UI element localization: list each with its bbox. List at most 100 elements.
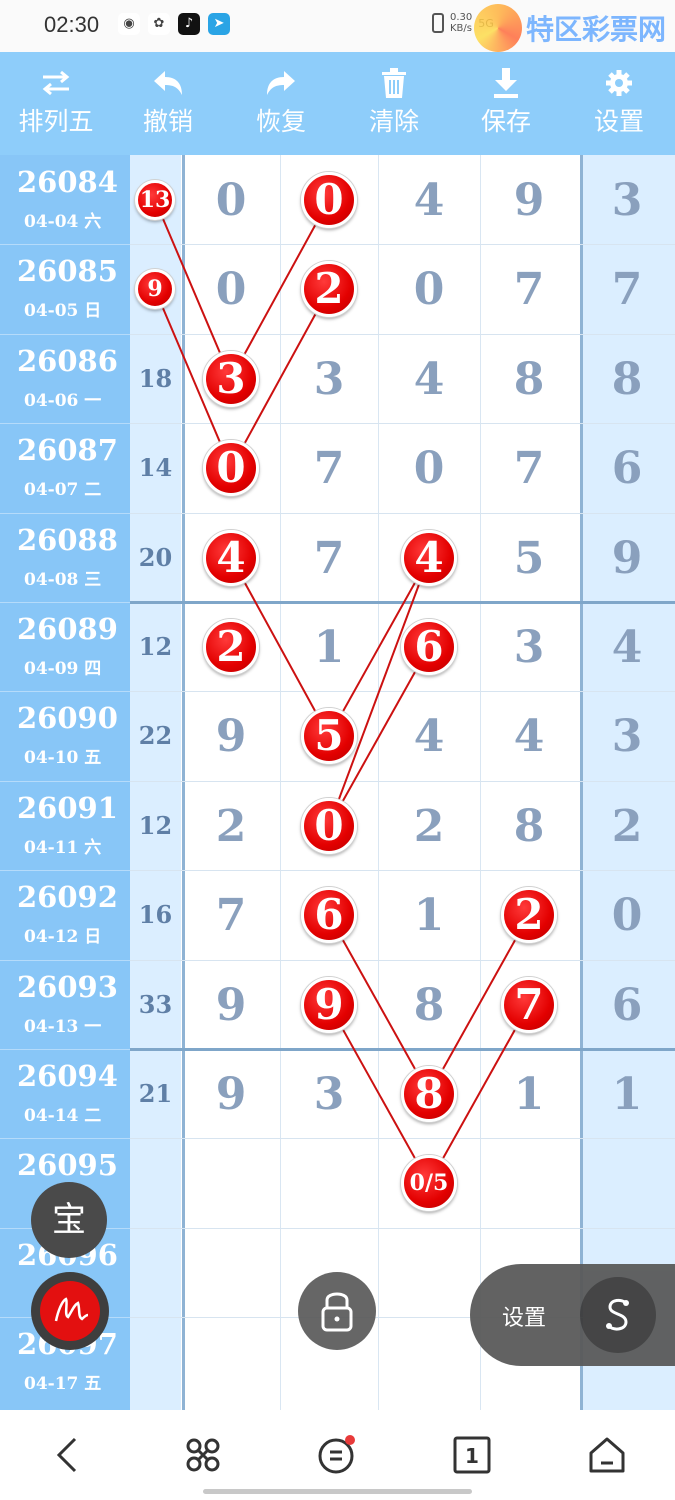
sum-value: 21 [138, 1079, 173, 1108]
digit-cell[interactable]: 0 [181, 244, 281, 333]
digit-cell[interactable]: 4 [479, 691, 579, 780]
digit-cell[interactable]: 2 [181, 781, 281, 870]
period-date: 04-14 二 [24, 1106, 102, 1126]
digit-ball[interactable]: 2 [301, 261, 357, 318]
undo-button[interactable]: 撤销 [112, 52, 224, 155]
share-s-icon[interactable] [580, 1277, 656, 1353]
digit-cell[interactable]: 9 [181, 691, 281, 780]
digit-cell[interactable]: 3 [279, 1049, 379, 1138]
panda-icon: ✿ [148, 13, 170, 35]
digit-ball[interactable]: 6 [401, 619, 457, 675]
digit-cell[interactable]: 7 [279, 513, 379, 602]
digit-cell[interactable]: 1 [279, 602, 379, 691]
digit-cell[interactable]: 0 [379, 244, 479, 333]
digit-cell[interactable]: 7 [577, 244, 675, 333]
digit-cell[interactable]: 1 [379, 870, 479, 959]
home-button[interactable] [584, 1432, 630, 1478]
digit-ball[interactable]: 2 [501, 887, 557, 944]
digit-cell[interactable]: 0 [577, 870, 675, 959]
period-cell: 26088 04-08 三 [0, 513, 130, 602]
digit-cell[interactable]: 2 [577, 781, 675, 870]
digit-cell[interactable]: 9 [479, 155, 579, 244]
digit-cell[interactable]: 8 [577, 334, 675, 423]
period-date: 04-12 日 [24, 927, 102, 948]
sum-value: 16 [138, 900, 173, 930]
lottery-type-button[interactable]: 排列五 [0, 52, 112, 155]
pen-tool-button[interactable] [31, 1272, 109, 1350]
digit-ball[interactable]: 6 [301, 887, 357, 944]
status-bar: 02:30 ◉ ✿ ♪ ➤ 0.30 KB/s 5G 特区彩票网 [0, 0, 675, 52]
digit-cell[interactable]: 4 [379, 691, 479, 780]
digit-ball[interactable]: 3 [203, 350, 259, 407]
digit-cell[interactable]: 9 [181, 960, 281, 1049]
notification-icons: ◉ ✿ ♪ ➤ [118, 13, 230, 35]
toolbar: 排列五 撤销 恢复 清除 保存 设置 [0, 52, 675, 155]
digit-cell[interactable]: 8 [479, 781, 579, 870]
digit-cell[interactable]: 1 [479, 1049, 579, 1138]
digit-cell[interactable]: 3 [577, 155, 675, 244]
digit-ball[interactable]: 4 [203, 529, 259, 586]
digit-ball[interactable]: 2 [203, 619, 259, 675]
period-number: 26088 [17, 522, 118, 557]
period-number: 26095 [17, 1148, 118, 1183]
digit-ball[interactable]: 7 [501, 976, 557, 1033]
period-cell: 26086 04-06 一 [0, 334, 130, 423]
gear-icon [563, 66, 675, 100]
treasure-button[interactable]: 宝 [31, 1182, 107, 1258]
period-number: 26094 [17, 1059, 118, 1093]
digit-cell[interactable]: 3 [577, 691, 675, 780]
floating-settings-panel[interactable]: 设置 [470, 1264, 675, 1366]
period-number: 26084 [17, 165, 118, 199]
lock-button[interactable] [298, 1272, 376, 1350]
digit-cell[interactable]: 7 [279, 423, 379, 512]
period-number: 26086 [17, 343, 118, 378]
digit-cell[interactable]: 0 [379, 423, 479, 512]
digit-cell[interactable]: 3 [479, 602, 579, 691]
period-cell: 26089 04-09 四 [0, 602, 130, 691]
digit-cell[interactable]: 9 [181, 1049, 281, 1138]
digit-cell[interactable]: 4 [379, 334, 479, 423]
digit-cell[interactable]: 1 [577, 1049, 675, 1138]
command-button[interactable] [180, 1432, 226, 1478]
period-cell: 26087 04-07 二 [0, 423, 130, 512]
digit-ball[interactable]: 4 [401, 529, 457, 586]
floating-settings-label: 设置 [502, 1306, 547, 1331]
settings-button[interactable]: 设置 [563, 52, 675, 155]
digit-ball[interactable]: 5 [301, 708, 357, 765]
tabs-button[interactable]: 1 [449, 1432, 495, 1478]
digit-cell[interactable]: 0 [181, 155, 281, 244]
digit-cell[interactable]: 7 [479, 423, 579, 512]
digit-cell[interactable]: 6 [577, 423, 675, 512]
digit-cell[interactable]: 9 [577, 513, 675, 602]
digit-ball[interactable]: 0 [301, 172, 357, 228]
digit-ball[interactable]: 0 [301, 797, 357, 854]
site-watermark: 特区彩票网 [474, 4, 666, 52]
digit-ball[interactable]: 8 [401, 1066, 457, 1122]
clear-button[interactable]: 清除 [338, 52, 450, 155]
home-indicator[interactable] [203, 1489, 472, 1494]
wechat-icon: ◉ [118, 13, 140, 35]
prediction-ball[interactable]: 0/5 [401, 1155, 457, 1212]
back-button[interactable] [44, 1432, 90, 1478]
digit-cell[interactable]: 6 [577, 960, 675, 1049]
digit-cell[interactable]: 7 [479, 244, 579, 333]
digit-cell[interactable]: 8 [379, 960, 479, 1049]
clear-label: 清除 [368, 107, 419, 136]
digit-ball[interactable]: 0 [203, 440, 259, 497]
digit-cell[interactable]: 4 [577, 602, 675, 691]
menu-button[interactable] [314, 1432, 360, 1478]
lock-icon [321, 1292, 353, 1332]
watermark-logo-icon [474, 4, 522, 52]
digit-cell[interactable]: 3 [279, 334, 379, 423]
menu-badge-icon [318, 1435, 355, 1474]
period-number: 26089 [17, 612, 118, 646]
digit-cell[interactable]: 5 [479, 513, 579, 602]
digit-cell[interactable]: 4 [379, 155, 479, 244]
save-button[interactable]: 保存 [450, 52, 562, 155]
digit-cell[interactable]: 7 [181, 870, 281, 959]
sum-ball[interactable]: 13 [135, 180, 175, 220]
digit-cell[interactable]: 2 [379, 781, 479, 870]
digit-cell[interactable]: 8 [479, 334, 579, 423]
redo-button[interactable]: 恢复 [225, 52, 337, 155]
digit-ball[interactable]: 9 [301, 976, 357, 1033]
